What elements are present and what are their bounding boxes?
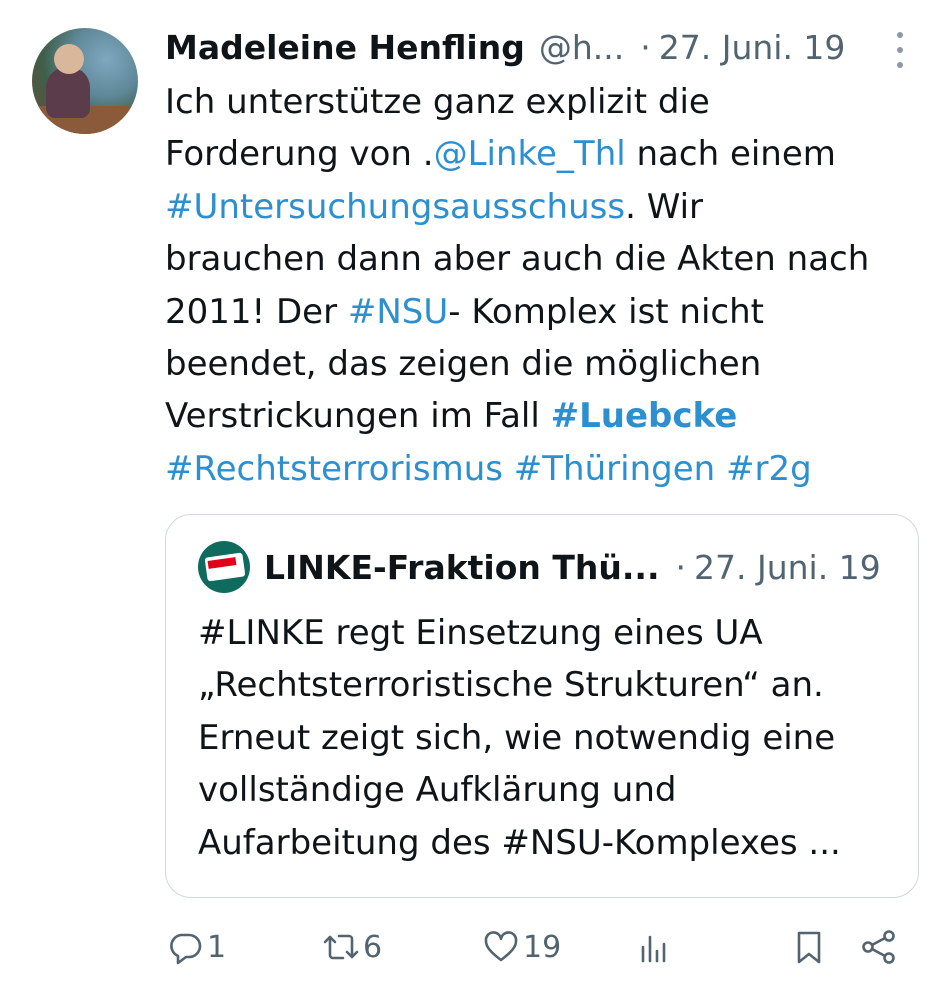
quoted-author-avatar[interactable] [198,541,250,593]
tweet-text-line: Ich unterstütze ganz explizit die [165,76,925,128]
share-button[interactable] [859,920,899,974]
retweet-icon [323,934,359,960]
tweet-text-segment: nach einem [625,134,836,175]
retweet-count: 6 [363,929,383,965]
like-count: 19 [523,929,562,965]
tweet-text-line: Verstrickungen im Fall #Luebcke [165,390,925,442]
share-icon [862,930,895,964]
reply-icon [170,933,202,965]
quoted-author-name: LINKE-Fraktion Thü... [264,547,660,587]
tweet-text-segment: . Wir [625,186,704,227]
author-avatar[interactable] [32,28,138,134]
like-button[interactable]: 19 [481,920,561,974]
tweet-text-line: beendet, das zeigen die möglichen [165,338,925,390]
hashtag-link[interactable]: #Thüringen [514,449,715,489]
quoted-text-line: „Rechtsterroristische Strukturen“ an. [198,665,824,706]
quoted-tweet-text: #LINKE regt Einsetzung eines UA „Rechtst… [198,607,898,869]
quoted-tweet[interactable]: LINKE-Fraktion Thü... · 27. Juni. 19 #LI… [165,514,919,898]
tweet-date[interactable]: 27. Juni. 19 [659,26,846,70]
tweet-text-line: #Rechtsterrorismus #Thüringen #r2g [165,443,925,495]
tweet-text-line: brauchen dann aber auch die Akten nach [165,233,925,285]
reply-button[interactable]: 1 [165,920,226,974]
separator-dot: · [675,547,687,587]
tweet-header: Madeleine Henfling @h... · 27. Juni. 19 [165,26,905,70]
views-button[interactable] [633,920,673,974]
tweet-text-segment: - Komplex ist nicht [448,291,764,332]
author-handle[interactable]: @h... [539,26,624,70]
bookmark-icon [797,931,821,964]
hashtag-link[interactable]: #NSU [348,292,448,332]
retweet-button[interactable]: 6 [321,920,382,974]
heart-icon [484,931,518,962]
tweet-text: Ich unterstütze ganz explizit die Forderu… [165,76,925,495]
hashtag-link[interactable]: #Untersuchungsausschuss [165,187,625,227]
more-icon[interactable] [890,32,910,68]
hashtag-link[interactable]: #Luebcke [551,396,738,436]
views-icon [641,935,666,963]
tweet-text-segment [503,449,514,489]
author-name[interactable]: Madeleine Henfling [165,26,525,70]
quoted-text-line: #LINKE regt Einsetzung eines UA [198,613,763,653]
tweet-text-segment [715,449,726,489]
hashtag-link[interactable]: #Rechtsterrorismus [165,449,503,489]
tweet-text-segment: Forderung von . [165,134,434,175]
tweet-text-segment: beendet, das zeigen die möglichen [165,343,762,384]
hashtag-link[interactable]: #r2g [726,449,812,489]
tweet-text-segment: Ich unterstütze ganz explizit die [165,82,710,122]
tweet-text-segment: Verstrickungen im Fall [165,396,551,437]
tweet-text-line: #Untersuchungsausschuss. Wir [165,181,925,233]
tweet-text-line: Forderung von .@Linke_Thl nach einem [165,128,925,180]
quoted-tweet-header: LINKE-Fraktion Thü... · 27. Juni. 19 [198,541,898,593]
quoted-text-line: Aufarbeitung des #NSU-Komplexes ... [198,822,841,863]
action-bar: 1 6 19 [165,920,925,974]
quoted-tweet-date: 27. Juni. 19 [694,547,881,587]
tweet-text-segment: brauchen dann aber auch die Akten nach [165,239,870,280]
quoted-text-line: Erneut zeigt sich, wie notwendig eine [198,717,836,758]
quoted-text-line: vollständige Aufklärung und [198,770,677,811]
tweet: Madeleine Henfling @h... · 27. Juni. 19 … [0,0,952,1000]
mention-link[interactable]: @Linke_Thl [434,134,626,174]
tweet-text-line: 2011! Der #NSU- Komplex ist nicht [165,286,925,338]
separator-dot: · [640,28,651,67]
bookmark-button[interactable] [789,920,829,974]
tweet-text-segment: 2011! Der [165,291,348,332]
reply-count: 1 [207,929,227,965]
